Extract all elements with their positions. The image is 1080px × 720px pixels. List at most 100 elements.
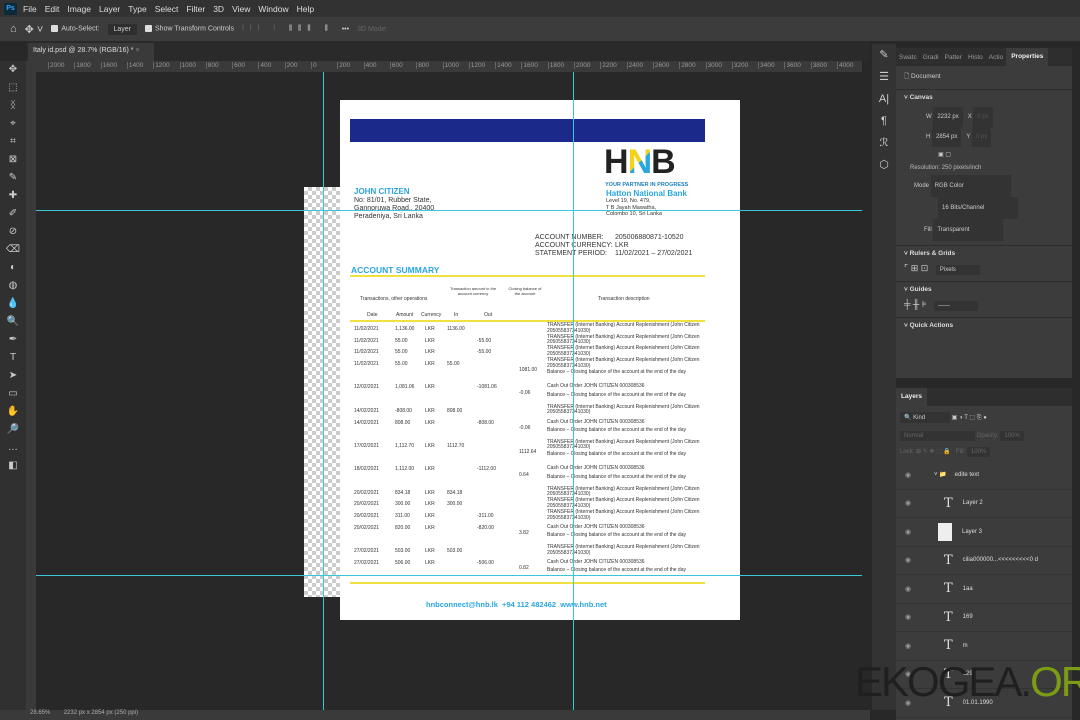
height-field[interactable]: 2854 px [932,127,962,147]
tab-layers[interactable]: Layers [896,388,927,406]
quick-actions-section[interactable]: ˅ Quick Actions [896,317,1072,333]
color-swatches[interactable]: ◧ [0,457,26,475]
y-field[interactable]: 0 px [971,127,992,147]
tab-histo[interactable]: Histo [965,54,986,61]
mode-dropdown[interactable]: RGB Color [930,175,1011,197]
units-dropdown[interactable]: Pixels [935,265,980,275]
layer-row[interactable]: ◉ Layer 3 [896,518,1072,547]
guides-toggle-icon[interactable]: ╪ [904,299,910,309]
tool-icon[interactable]: … [0,439,26,457]
menu-item-filter[interactable]: Filter [186,4,205,14]
tool-icon[interactable]: ⌖ [0,115,26,133]
guides-section[interactable]: ˅ Guides [896,281,1072,297]
landscape-icon[interactable]: ▢ [945,152,951,158]
document-tab[interactable]: Italy id.psd @ 28.7% (RGB/16) * × [28,43,154,61]
guide-line[interactable] [323,72,324,710]
tool-icon[interactable]: 🔎 [0,421,26,439]
pixel-grid-icon[interactable]: ⊡ [921,263,929,273]
tool-icon[interactable]: ⌫ [0,241,26,259]
tool-icon[interactable]: ✋ [0,403,26,421]
layer-row[interactable]: ◉ Tm [896,632,1072,661]
visibility-eye-icon[interactable]: ◉ [896,642,920,650]
tool-icon[interactable]: 💧 [0,295,26,313]
tool-icon[interactable]: ⌗ [0,133,26,151]
more-options-button[interactable]: ••• [342,26,349,33]
tab-gradi[interactable]: Gradi [920,54,942,61]
menu-item-view[interactable]: View [232,4,250,14]
paragraph-icon[interactable]: ¶ [872,110,896,132]
tool-icon[interactable]: ✒ [0,331,26,349]
tab-patter[interactable]: Patter [942,54,965,61]
rulers-section[interactable]: ˅ Rulers & Grids [896,245,1072,261]
tool-icon[interactable]: ➤ [0,367,26,385]
visibility-eye-icon[interactable]: ◉ [896,499,920,507]
tool-icon[interactable]: ◐ [0,259,26,277]
tool-icon[interactable]: 🔍 [0,313,26,331]
tool-icon[interactable]: ⊘ [0,223,26,241]
show-transform-checkbox[interactable]: Show Transform Controls [145,25,234,33]
tab-swatc[interactable]: Swatc [896,54,920,61]
guide-style-dropdown[interactable]: —— [934,301,979,311]
portrait-icon[interactable]: ▣ [938,152,944,158]
fill-dropdown[interactable]: Transparent [933,219,1004,241]
home-icon[interactable]: ⌂ [10,23,17,35]
menu-item-edit[interactable]: Edit [45,4,60,14]
tool-icon[interactable]: ᛝ [0,97,26,115]
grid-icon[interactable]: ⊞ [911,263,919,273]
ruler-toggle-icon[interactable]: ⌜ [904,263,908,273]
layer-row[interactable]: ◉ Tcilia000000...<<<<<<<<<0 d [896,547,1072,575]
layer-row[interactable]: ◉ T 1aa [896,575,1072,604]
glyphs-icon[interactable]: ℛ [872,132,896,154]
move-tool-icon[interactable]: ✥ ˅ [25,23,44,36]
tool-icon[interactable]: T [0,349,26,367]
visibility-eye-icon[interactable]: ◉ [896,556,920,564]
menu-item-type[interactable]: Type [128,4,146,14]
x-field[interactable]: 0 px [973,107,993,127]
guide-layout-icon[interactable]: ⊧ [922,299,927,309]
menu-item-window[interactable]: Window [258,4,288,14]
close-tab-icon[interactable]: × [135,47,139,54]
menu-item-image[interactable]: Image [67,4,91,14]
visibility-eye-icon[interactable]: ◉ [896,585,920,593]
blend-mode-dropdown[interactable]: Normal [900,431,975,441]
3d-icon[interactable]: ⬡ [872,154,896,176]
width-field[interactable]: 2232 px [933,107,963,127]
bit-depth-dropdown[interactable]: 16 Bits/Channel [938,197,1018,219]
smart-guides-icon[interactable]: ╫ [913,299,919,309]
layer-row[interactable]: ◉ ˅ 📁 edite text [896,461,1072,490]
menu-item-layer[interactable]: Layer [99,4,120,14]
menu-item-select[interactable]: Select [155,4,179,14]
layer-select-dropdown[interactable]: Layer [107,23,138,35]
visibility-eye-icon[interactable]: ◉ [896,613,920,621]
filter-icons[interactable]: ▣ ◑ T ⬚ ⎘ ● [952,415,987,421]
tool-icon[interactable]: ✐ [0,205,26,223]
tool-icon[interactable]: ◍ [0,277,26,295]
menu-item-help[interactable]: Help [297,4,314,14]
kind-filter-dropdown[interactable]: 🔍 Kind [900,412,950,423]
opacity-field[interactable]: 100% [1000,431,1024,441]
tool-icon[interactable]: ✚ [0,187,26,205]
guide-line[interactable] [36,210,862,211]
menu-item-3d[interactable]: 3D [213,4,224,14]
layer-row[interactable]: ◉ T Layer 2 [896,490,1072,518]
tab-properties[interactable]: Properties [1006,48,1049,66]
tab-actio[interactable]: Actio [986,54,1006,61]
guide-line[interactable] [573,72,574,710]
zoom-level[interactable]: 28.65% [30,710,50,716]
canvas-section[interactable]: ˅ Canvas [896,89,1072,105]
tool-icon[interactable]: ⬚ [0,79,26,97]
auto-select-checkbox[interactable]: Auto-Select: [51,25,100,33]
tool-icon[interactable]: ▭ [0,385,26,403]
adjustments-icon[interactable]: ☰ [872,66,896,88]
layer-row[interactable]: ◉ T 169 [896,604,1072,632]
tool-icon[interactable]: ✎ [0,169,26,187]
brush-settings-icon[interactable]: ✎ [872,44,896,66]
fill-field[interactable]: 100% [966,447,991,457]
menu-item-file[interactable]: File [23,4,37,14]
visibility-eye-icon[interactable]: ◉ [896,471,920,479]
visibility-eye-icon[interactable]: ◉ [896,528,920,536]
align-icons[interactable]: ⫶⫶⫶ ⫶ ⫼⫼⫼ ⫼ [242,25,334,33]
character-icon[interactable]: A| [872,88,896,110]
guide-line[interactable] [36,575,862,576]
tool-icon[interactable]: ✥ [0,61,26,79]
